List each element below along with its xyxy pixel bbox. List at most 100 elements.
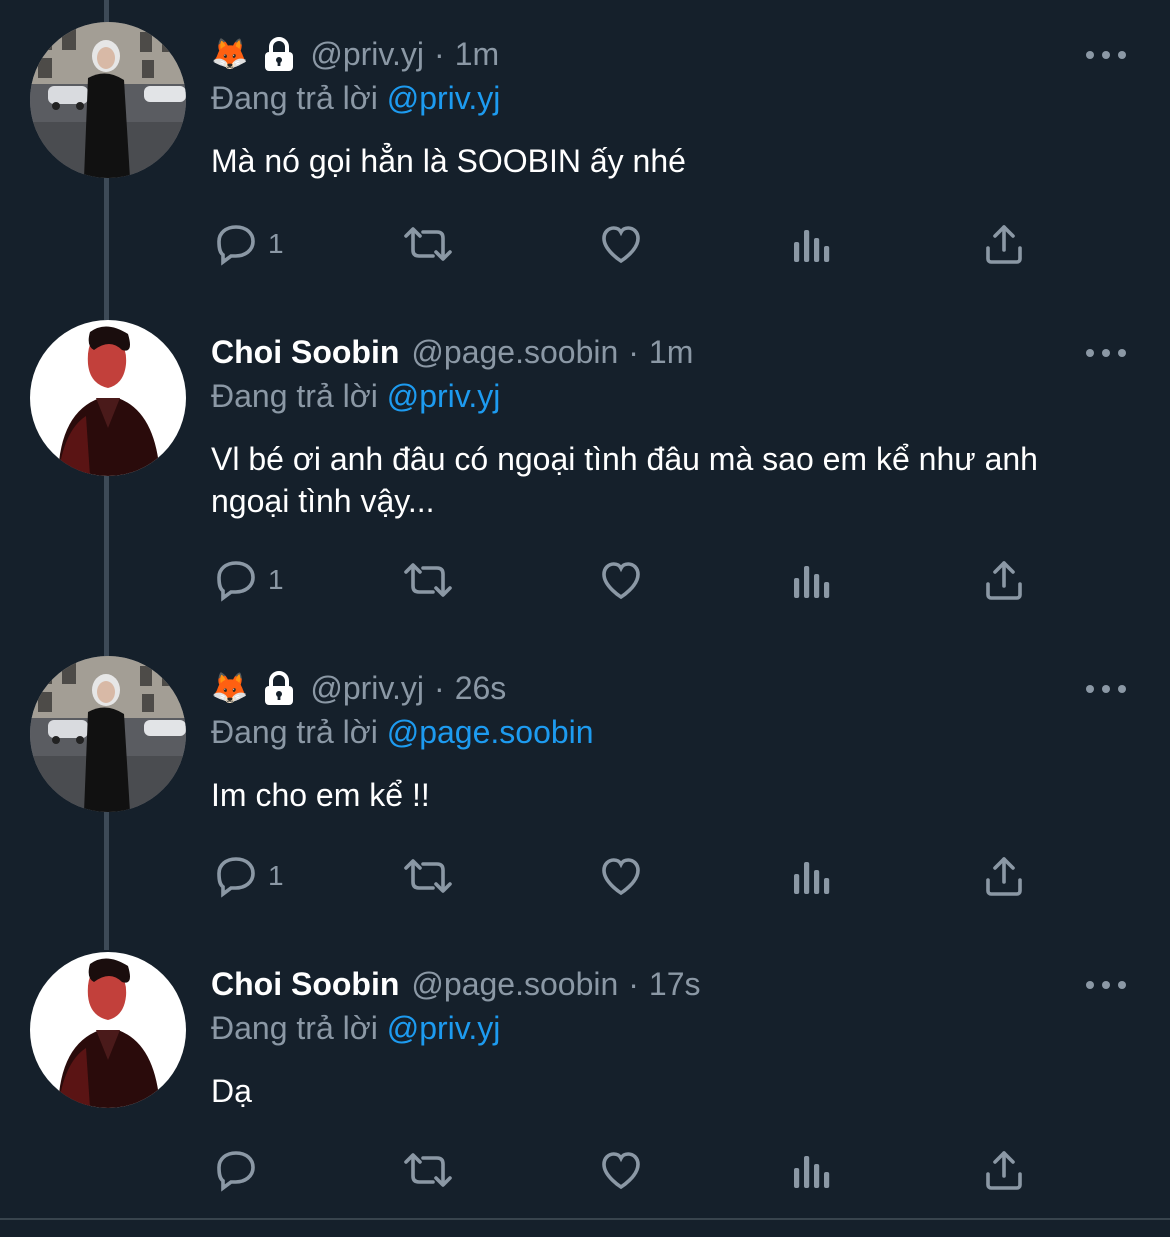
- retweet-icon: [400, 556, 456, 604]
- handle[interactable]: @priv.yj: [310, 670, 424, 707]
- reply-icon: [212, 220, 260, 268]
- retweet-button[interactable]: [400, 552, 456, 608]
- tweet[interactable]: 🦊 @priv.yj · 26s Đang trả lời @page.soobin Im…: [0, 656, 1170, 856]
- timestamp[interactable]: 17s: [649, 966, 701, 1003]
- retweet-icon: [400, 852, 456, 900]
- separator-dot: ·: [628, 333, 639, 370]
- more-dot: [1118, 51, 1126, 59]
- avatar[interactable]: [30, 656, 186, 812]
- more-icon[interactable]: [1086, 970, 1126, 1000]
- timestamp[interactable]: 1m: [649, 334, 693, 371]
- share-button[interactable]: [980, 216, 1028, 272]
- analytics-icon: [790, 852, 834, 900]
- replying-to-label: Đang trả lời: [211, 1010, 378, 1046]
- tweet-actions: [0, 1142, 1170, 1198]
- analytics-icon: [790, 556, 834, 604]
- reply-button[interactable]: 1: [212, 848, 284, 904]
- tweet-text: Mà nó gọi hẳn là SOOBIN ấy nhé: [211, 143, 686, 179]
- replying-to: Đang trả lời @priv.yj: [211, 1010, 500, 1047]
- avatar[interactable]: [30, 320, 186, 476]
- more-icon[interactable]: [1086, 674, 1126, 704]
- display-name[interactable]: Choi Soobin: [211, 334, 399, 371]
- replying-to: Đang trả lời @priv.yj: [211, 378, 500, 415]
- tweet-actions: 1: [0, 848, 1170, 904]
- separator-dot: ·: [434, 669, 445, 706]
- more-dot: [1086, 349, 1094, 357]
- tweet-header: Choi Soobin @page.soobin · 1m: [211, 330, 693, 374]
- display-name[interactable]: Choi Soobin: [211, 966, 399, 1003]
- tweet[interactable]: 🦊 @priv.yj · 1m Đang trả lời @priv.yj Mà nó g…: [0, 22, 1170, 222]
- tweet-header: 🦊 @priv.yj · 26s: [211, 666, 506, 710]
- reply-button[interactable]: 1: [212, 552, 284, 608]
- share-icon: [980, 852, 1028, 900]
- fox-emoji: 🦊: [211, 37, 249, 71]
- retweet-button[interactable]: [400, 216, 456, 272]
- thread-line: [104, 0, 109, 22]
- analytics-button[interactable]: [790, 552, 834, 608]
- mention-link[interactable]: @page.soobin: [387, 714, 594, 750]
- avatar[interactable]: [30, 22, 186, 178]
- like-button[interactable]: [596, 216, 646, 272]
- more-dot: [1102, 349, 1110, 357]
- separator-dot: ·: [628, 965, 639, 1002]
- analytics-icon: [790, 1146, 834, 1194]
- lock-icon: [262, 36, 296, 72]
- like-icon: [596, 1146, 646, 1194]
- tweet-header: 🦊 @priv.yj · 1m: [211, 32, 499, 76]
- handle[interactable]: @page.soobin: [411, 334, 618, 371]
- replying-to: Đang trả lời @page.soobin: [211, 714, 594, 751]
- more-dot: [1086, 981, 1094, 989]
- share-icon: [980, 1146, 1028, 1194]
- timestamp[interactable]: 26s: [455, 670, 507, 707]
- tweet-text: Vl bé ơi anh đâu có ngoại tình đâu mà sa…: [211, 441, 1038, 519]
- share-button[interactable]: [980, 1142, 1028, 1198]
- more-dot: [1086, 51, 1094, 59]
- separator-dot: ·: [434, 35, 445, 72]
- handle[interactable]: @page.soobin: [411, 966, 618, 1003]
- share-button[interactable]: [980, 848, 1028, 904]
- replying-to-label: Đang trả lời: [211, 714, 378, 750]
- share-icon: [980, 220, 1028, 268]
- more-dot: [1102, 51, 1110, 59]
- reply-icon: [212, 1146, 260, 1194]
- tweet[interactable]: Choi Soobin @page.soobin · 17s Đang trả lời …: [0, 952, 1170, 1152]
- more-dot: [1118, 981, 1126, 989]
- tweet-actions: 1: [0, 552, 1170, 608]
- analytics-button[interactable]: [790, 216, 834, 272]
- retweet-icon: [400, 220, 456, 268]
- share-icon: [980, 556, 1028, 604]
- like-icon: [596, 556, 646, 604]
- mention-link[interactable]: @priv.yj: [387, 80, 501, 116]
- reply-icon: [212, 852, 260, 900]
- timestamp[interactable]: 1m: [455, 36, 499, 73]
- avatar[interactable]: [30, 952, 186, 1108]
- replying-to-label: Đang trả lời: [211, 80, 378, 116]
- fox-emoji: 🦊: [211, 671, 249, 705]
- analytics-button[interactable]: [790, 1142, 834, 1198]
- divider: [0, 1218, 1170, 1220]
- reply-icon: [212, 556, 260, 604]
- mention-link[interactable]: @priv.yj: [387, 378, 501, 414]
- reply-count: 1: [268, 564, 284, 595]
- analytics-button[interactable]: [790, 848, 834, 904]
- reply-button[interactable]: [212, 1142, 260, 1198]
- like-button[interactable]: [596, 1142, 646, 1198]
- handle[interactable]: @priv.yj: [310, 36, 424, 73]
- more-icon[interactable]: [1086, 40, 1126, 70]
- tweet[interactable]: Choi Soobin @page.soobin · 1m Đang trả lời @…: [0, 320, 1170, 520]
- tweet-text: Dạ: [211, 1073, 252, 1109]
- reply-button[interactable]: 1: [212, 216, 284, 272]
- retweet-icon: [400, 1146, 456, 1194]
- retweet-button[interactable]: [400, 848, 456, 904]
- share-button[interactable]: [980, 552, 1028, 608]
- lock-icon: [262, 670, 296, 706]
- replying-to-label: Đang trả lời: [211, 378, 378, 414]
- reply-count: 1: [268, 228, 284, 259]
- like-button[interactable]: [596, 552, 646, 608]
- mention-link[interactable]: @priv.yj: [387, 1010, 501, 1046]
- retweet-button[interactable]: [400, 1142, 456, 1198]
- more-dot: [1118, 685, 1126, 693]
- more-dot: [1102, 981, 1110, 989]
- more-icon[interactable]: [1086, 338, 1126, 368]
- like-button[interactable]: [596, 848, 646, 904]
